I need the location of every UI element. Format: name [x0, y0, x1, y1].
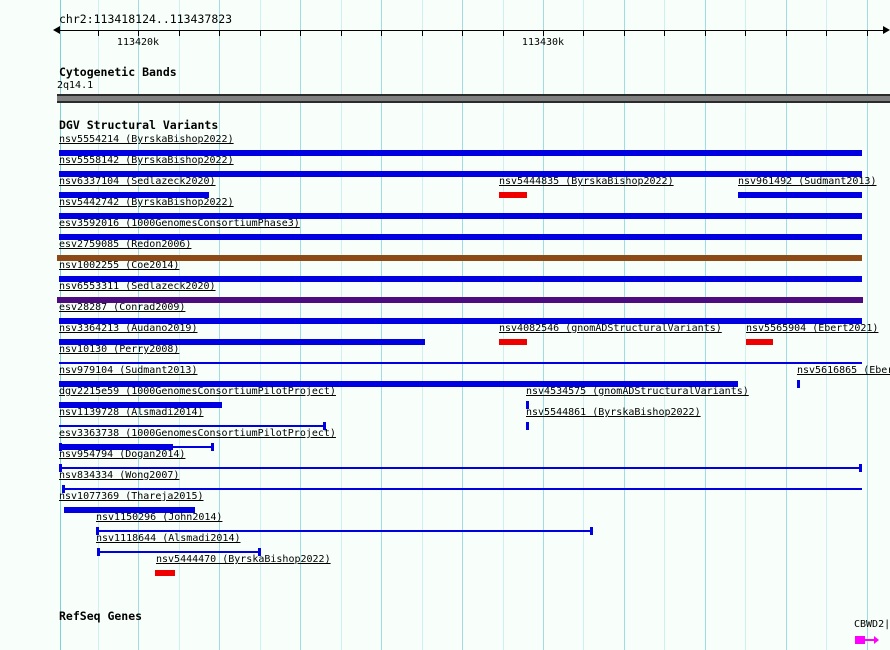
variant-label[interactable]: nsv979104 (Sudmant2013) [59, 365, 197, 377]
gene-marker[interactable] [855, 636, 865, 644]
variant-label[interactable]: nsv1077369 (Thareja2015) [59, 491, 204, 503]
variant-range-line[interactable] [59, 425, 325, 427]
ruler-tick [664, 30, 666, 36]
ruler-tick [745, 30, 747, 36]
cytoband-bar[interactable] [57, 94, 890, 103]
variant-bar[interactable] [499, 192, 527, 198]
ruler-tick [381, 30, 383, 36]
cytogenetic-bands-header: Cytogenetic Bands [59, 65, 177, 79]
ruler-tick [583, 30, 585, 36]
variant-label[interactable]: nsv834334 (Wong2007) [59, 470, 179, 482]
ruler-tick [866, 30, 868, 36]
gene-strand-arrowhead-icon [874, 636, 879, 644]
ruler-tick [421, 30, 423, 36]
variant-label[interactable]: nsv1139728 (Alsmadi2014) [59, 407, 204, 419]
ruler-tick [138, 30, 140, 36]
variant-label[interactable]: nsv6553311 (Sedlazeck2020) [59, 281, 216, 293]
variant-label[interactable]: nsv5558142 (ByrskaBishop2022) [59, 155, 234, 167]
ruler-left-arrow-icon [53, 26, 60, 34]
variant-bar[interactable] [746, 339, 773, 345]
variant-label[interactable]: esv2759085 (Redon2006) [59, 239, 191, 251]
gene-label[interactable]: CBWD2| [854, 619, 890, 631]
variant-range-line[interactable] [96, 530, 592, 532]
ruler-tick [623, 30, 625, 36]
region-title: chr2:113418124..113437823 [59, 12, 233, 26]
refseq-header: RefSeq Genes [59, 609, 143, 623]
variant-range-start-tick[interactable] [97, 548, 100, 556]
variant-label[interactable]: esv3363738 (1000GenomesConsortiumPilotPr… [59, 428, 336, 440]
variant-label[interactable]: nsv5442742 (ByrskaBishop2022) [59, 197, 234, 209]
ruler-tick [704, 30, 706, 36]
variant-range-end-tick[interactable] [211, 443, 214, 451]
dgv-header: DGV Structural Variants [59, 118, 219, 132]
variant-bar[interactable] [526, 422, 529, 430]
variant-label[interactable]: dgv2215e59 (1000GenomesConsortiumPilotPr… [59, 386, 336, 398]
variant-label[interactable]: nsv3364213 (Audano2019) [59, 323, 197, 335]
cytoband-label: 2q14.1 [57, 80, 94, 91]
ruler-tick [826, 30, 828, 36]
ruler-tick-label: 113420k [116, 37, 160, 48]
ruler-line [58, 30, 885, 31]
ruler-tick [340, 30, 342, 36]
ruler-tick [785, 30, 787, 36]
variant-range-line[interactable] [59, 362, 862, 364]
variant-label[interactable]: nsv954794 (Dogan2014) [59, 449, 185, 461]
variant-bar[interactable] [797, 380, 800, 388]
variant-range-line[interactable] [97, 551, 260, 553]
ruler-tick [259, 30, 261, 36]
variant-label[interactable]: nsv5444470 (ByrskaBishop2022) [156, 554, 331, 566]
variant-label[interactable]: nsv1002255 (Coe2014) [59, 260, 179, 272]
ruler-right-arrow-icon [883, 26, 890, 34]
variant-label[interactable]: nsv1118644 (Alsmadi2014) [96, 533, 241, 545]
variant-label[interactable]: esv28287 (Conrad2009) [59, 302, 185, 314]
ruler-tick [542, 30, 544, 36]
ruler-tick [300, 30, 302, 36]
ruler-tick [462, 30, 464, 36]
variant-label[interactable]: nsv961492 (Sudmant2013) [738, 176, 876, 188]
ruler-tick [219, 30, 221, 36]
variant-label[interactable]: esv3592016 (1000GenomesConsortiumPhase3) [59, 218, 300, 230]
variant-bar[interactable] [738, 192, 862, 198]
genome-browser-view: chr2:113418124..113437823 113420k 113430k… [0, 0, 890, 650]
variant-label[interactable]: nsv5544861 (ByrskaBishop2022) [526, 407, 701, 419]
variant-label[interactable]: nsv5554214 (ByrskaBishop2022) [59, 134, 234, 146]
variant-bar[interactable] [155, 570, 175, 576]
ruler-tick [98, 30, 99, 36]
ruler-tick-label: 113430k [521, 37, 565, 48]
variant-label[interactable]: nsv4534575 (gnomADStructuralVariants) [526, 386, 749, 398]
variant-label[interactable]: nsv5616865 (Ebert2021) [797, 365, 890, 377]
variant-bar[interactable] [499, 339, 527, 345]
variant-label[interactable]: nsv5444835 (ByrskaBishop2022) [499, 176, 674, 188]
variant-label[interactable]: nsv10130 (Perry2008) [59, 344, 179, 356]
gene-strand-arrow [865, 639, 874, 641]
variant-label[interactable]: nsv5565904 (Ebert2021) [746, 323, 878, 335]
variant-range-line[interactable] [59, 467, 861, 469]
variant-range-end-tick[interactable] [590, 527, 593, 535]
ruler-tick [178, 30, 180, 36]
variant-label-clip: nsv5616865 (Ebert2021) [797, 365, 890, 378]
variant-label[interactable]: nsv4082546 (gnomADStructuralVariants) [499, 323, 722, 335]
ruler-tick [502, 30, 504, 36]
variant-range-end-tick[interactable] [859, 464, 862, 472]
variant-range-line[interactable] [62, 488, 862, 490]
variant-label[interactable]: nsv1150296 (John2014) [96, 512, 222, 524]
variant-label[interactable]: nsv6337104 (Sedlazeck2020) [59, 176, 216, 188]
